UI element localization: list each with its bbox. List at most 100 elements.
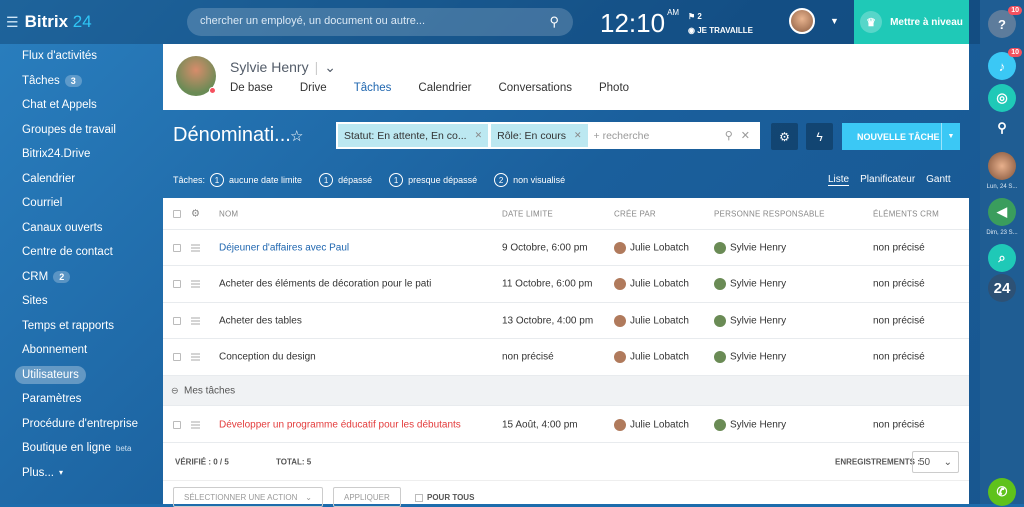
- sidebar-item[interactable]: Sites: [0, 289, 163, 314]
- profile-tab[interactable]: Calendrier: [418, 82, 471, 94]
- row-checkbox[interactable]: [173, 353, 181, 361]
- column-header-crm[interactable]: ÉLÉMENTS CRM: [873, 209, 939, 218]
- chevron-down-icon[interactable]: ▼: [941, 123, 960, 150]
- sidebar-item[interactable]: Chat et Appels: [0, 93, 163, 118]
- b24-icon[interactable]: 24: [988, 274, 1016, 302]
- work-status[interactable]: ⚑ 2 ◉ JE TRAVAILLE: [688, 10, 753, 38]
- settings-button[interactable]: ⚙: [771, 123, 798, 150]
- collapse-icon[interactable]: ⊖: [171, 385, 179, 396]
- select-action-dropdown[interactable]: SÉLECTIONNER UNE ACTION ⌄: [173, 487, 323, 507]
- counter-label[interactable]: presque dépassé: [408, 175, 477, 185]
- profile-tab[interactable]: Tâches: [354, 82, 392, 94]
- column-header-name[interactable]: NOM: [219, 209, 238, 218]
- chevron-down-icon[interactable]: ⌄: [324, 59, 336, 75]
- search-icon[interactable]: ⚲: [549, 14, 559, 30]
- phone-icon[interactable]: ✆: [988, 478, 1016, 506]
- table-row[interactable]: Conception du design non précisé Julie L…: [163, 340, 969, 376]
- group-header[interactable]: ⊖ Mes tâches: [163, 376, 969, 406]
- help-icon[interactable]: ? 10: [988, 6, 1022, 38]
- sidebar-item[interactable]: Calendrier: [0, 167, 163, 192]
- profile-tab[interactable]: Conversations: [498, 82, 572, 94]
- filter-search[interactable]: Statut: En attente, En co... ✕ Rôle: En c…: [336, 122, 760, 149]
- sidebar-item[interactable]: Utilisateurs: [0, 363, 163, 388]
- gear-icon[interactable]: ⚙: [191, 208, 200, 219]
- profile-tab[interactable]: De base: [230, 82, 273, 94]
- task-deadline[interactable]: non précisé: [502, 352, 554, 363]
- avatar[interactable]: [988, 152, 1016, 180]
- task-creator[interactable]: Julie Lobatch: [614, 241, 689, 254]
- table-row[interactable]: Développer un programme éducatif pour le…: [163, 407, 969, 443]
- task-name[interactable]: Acheter des tables: [219, 315, 302, 326]
- column-header-created-by[interactable]: CRÉE PAR: [614, 209, 656, 218]
- close-icon[interactable]: ✕: [475, 130, 483, 141]
- sidebar-item[interactable]: Paramètres: [0, 387, 163, 412]
- column-header-deadline[interactable]: DATE LIMITE: [502, 209, 553, 218]
- task-deadline[interactable]: 11 Octobre, 6:00 pm: [502, 279, 592, 290]
- column-header-responsible[interactable]: PERSONNE RESPONSABLE: [714, 209, 825, 218]
- counter-label[interactable]: dépassé: [338, 175, 372, 185]
- chevron-down-icon[interactable]: ▼: [830, 16, 839, 26]
- task-creator[interactable]: Julie Lobatch: [614, 278, 689, 290]
- search-doc-icon[interactable]: ⌕: [988, 244, 1016, 272]
- sidebar-item[interactable]: Centre de contact: [0, 240, 163, 265]
- row-menu-icon[interactable]: [191, 353, 200, 361]
- sidebar-item[interactable]: Procédure d'entreprise: [0, 412, 163, 437]
- task-responsible[interactable]: Sylvie Henry: [714, 278, 786, 290]
- task-name[interactable]: Développer un programme éducatif pour le…: [219, 419, 461, 430]
- sidebar-item[interactable]: Flux d'activités: [0, 44, 163, 69]
- filter-placeholder[interactable]: + recherche: [594, 130, 725, 142]
- search-input[interactable]: chercher un employé, un document ou autr…: [187, 8, 573, 36]
- task-deadline[interactable]: 9 Octobre, 6:00 pm: [502, 242, 588, 253]
- row-menu-icon[interactable]: [191, 280, 200, 288]
- upgrade-button[interactable]: ♛ Mettre à niveau: [854, 0, 969, 44]
- table-row[interactable]: Acheter des éléments de décoration pour …: [163, 267, 969, 303]
- quick-action-button[interactable]: ϟ: [806, 123, 833, 150]
- counter-badge[interactable]: 2: [494, 173, 509, 187]
- task-name[interactable]: Conception du design: [219, 352, 316, 363]
- counter-label[interactable]: non visualisé: [513, 175, 565, 185]
- bell-icon[interactable]: ♪ 10: [988, 48, 1022, 80]
- view-tab[interactable]: Gantt: [926, 174, 950, 186]
- star-icon[interactable]: ☆: [290, 127, 303, 145]
- task-responsible[interactable]: Sylvie Henry: [714, 418, 786, 431]
- row-checkbox[interactable]: [173, 316, 181, 325]
- task-responsible[interactable]: Sylvie Henry: [714, 314, 786, 327]
- task-responsible[interactable]: Sylvie Henry: [714, 351, 786, 363]
- counter-badge[interactable]: 1: [319, 173, 334, 187]
- row-checkbox[interactable]: [173, 420, 181, 429]
- task-responsible[interactable]: Sylvie Henry: [714, 241, 786, 254]
- menu-icon[interactable]: ☰: [6, 14, 19, 31]
- counter-badge[interactable]: 1: [210, 173, 225, 187]
- sidebar-item[interactable]: Abonnement: [0, 338, 163, 363]
- counter-label[interactable]: aucune date limite: [229, 175, 302, 185]
- filter-chip-status[interactable]: Statut: En attente, En co... ✕: [338, 124, 489, 147]
- sidebar-item[interactable]: Tâches 3: [0, 69, 163, 94]
- table-row[interactable]: Déjeuner d'affaires avec Paul 9 Octobre,…: [163, 230, 969, 266]
- task-creator[interactable]: Julie Lobatch: [614, 314, 689, 327]
- sidebar-item[interactable]: Groupes de travail: [0, 118, 163, 143]
- sidebar-item[interactable]: CRM 2: [0, 265, 163, 290]
- profile-tab[interactable]: Drive: [300, 82, 327, 94]
- row-menu-icon[interactable]: [191, 421, 200, 428]
- filter-chip-role[interactable]: Rôle: En cours ✕: [491, 124, 588, 147]
- chat-icon[interactable]: ◎: [988, 84, 1016, 112]
- task-name[interactable]: Déjeuner d'affaires avec Paul: [219, 242, 349, 253]
- new-task-button[interactable]: NOUVELLE TÂCHE ▼: [842, 123, 960, 150]
- task-creator[interactable]: Julie Lobatch: [614, 351, 689, 363]
- apply-button[interactable]: APPLIQUER: [333, 487, 401, 507]
- view-tab[interactable]: Planificateur: [860, 174, 915, 186]
- sidebar-item[interactable]: Temps et rapports: [0, 314, 163, 339]
- for-all-checkbox[interactable]: [415, 493, 423, 502]
- clock[interactable]: 12:10 AM: [600, 8, 679, 39]
- task-deadline[interactable]: 13 Octobre, 4:00 pm: [502, 315, 593, 326]
- select-all-checkbox[interactable]: [173, 209, 181, 218]
- row-checkbox[interactable]: [173, 280, 181, 288]
- search-icon[interactable]: ⚲: [988, 114, 1016, 142]
- sidebar-item[interactable]: Canaux ouverts: [0, 216, 163, 241]
- profile-name[interactable]: Sylvie Henry: [230, 59, 309, 75]
- row-menu-icon[interactable]: [191, 317, 200, 324]
- sidebar-item[interactable]: Courriel: [0, 191, 163, 216]
- table-row[interactable]: Acheter des tables 13 Octobre, 4:00 pm J…: [163, 303, 969, 339]
- task-deadline[interactable]: 15 Août, 4:00 pm: [502, 419, 578, 430]
- sidebar-item[interactable]: Boutique en ligne beta: [0, 436, 163, 461]
